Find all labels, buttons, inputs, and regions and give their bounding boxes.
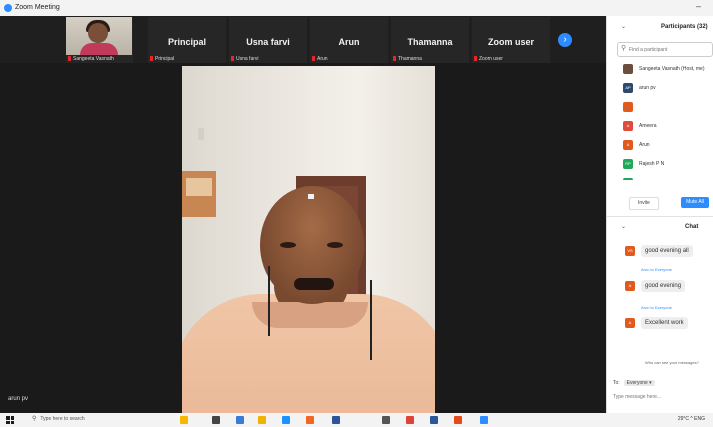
task-view-icon[interactable] [212, 416, 220, 424]
divider [607, 216, 713, 217]
tile-label: Principal [150, 56, 174, 62]
participants-title: Participants (32) [661, 24, 708, 30]
app-icon[interactable] [382, 416, 390, 424]
app-icon[interactable] [306, 416, 314, 424]
participant-name: Arun [639, 142, 650, 148]
participant-row[interactable] [607, 98, 713, 116]
recipient-select[interactable]: Everyone ▾ [623, 380, 655, 386]
avatar [623, 102, 633, 112]
tile-label: Arun [312, 56, 328, 62]
meeting-stage: Sangeeta Vasnath Principal Principal Usn… [0, 16, 606, 413]
chat-recipient: To: Everyone ▾ [613, 380, 655, 386]
chat-title: Chat [685, 224, 699, 230]
app-icon[interactable] [332, 416, 340, 424]
mic-muted-icon [68, 56, 71, 61]
chrome-icon[interactable] [406, 416, 414, 424]
taskbar-search[interactable]: ⚲ Type here to search [32, 415, 128, 425]
side-panel: ⌄ Participants (32) ⚲ Sangeeta Vasnath (… [606, 16, 713, 413]
participant-name: Ameera [639, 123, 657, 129]
chat-input[interactable] [613, 392, 709, 402]
search-icon: ⚲ [621, 45, 627, 52]
system-tray[interactable]: 29°C ^ ENG [678, 416, 705, 422]
video-tile-thamanna[interactable]: Thamanna Thamanna [391, 17, 469, 63]
avatar: A [623, 140, 633, 150]
avatar: AP [623, 83, 633, 93]
zoom-taskbar-icon[interactable] [480, 416, 488, 424]
tile-label: Thamanna [393, 56, 422, 62]
avatar [623, 178, 633, 180]
video-tile-zoom-user[interactable]: Zoom user Zoom user [472, 17, 550, 63]
message-sender: Arun to Everyone [641, 267, 672, 272]
tile-name: Principal [167, 37, 206, 47]
participants-header: ⌄ Participants (32) [607, 16, 713, 38]
video-tile-arun[interactable]: Arun Arun [310, 17, 388, 63]
participant-row[interactable]: A Arun [607, 136, 713, 154]
tile-label: Usna farvi [231, 56, 259, 62]
mic-muted-icon [150, 56, 153, 61]
taskbar: ⚲ Type here to search 29°C ^ ENG [0, 413, 713, 427]
participant-search-input[interactable] [629, 45, 709, 54]
participant-row[interactable] [607, 174, 713, 180]
chevron-right-icon: › [563, 34, 567, 45]
title-bar: Zoom Meeting – [0, 0, 713, 16]
chevron-down-icon[interactable]: ⌄ [621, 23, 626, 30]
tile-name: Arun [338, 37, 360, 47]
tile-name: Zoom user [487, 37, 534, 47]
participant-name: Sangeeta Vasnath (Host, me) [639, 66, 705, 72]
video-tile-sangeeta[interactable]: Sangeeta Vasnath [66, 17, 133, 63]
tile-name: Usna farvi [246, 37, 290, 47]
tile-name: Thamanna [407, 37, 453, 47]
video-tile-principal[interactable]: Principal Principal [148, 17, 226, 63]
tile-label: Zoom user [474, 56, 503, 62]
participant-name: Rajesh P N [639, 161, 665, 167]
taskbar-search-placeholder: Type here to search [40, 416, 85, 422]
chevron-down-icon[interactable]: ⌄ [621, 223, 626, 230]
file-explorer-icon[interactable] [258, 416, 266, 424]
message-text: Excellent work [641, 317, 688, 329]
participant-row[interactable]: A Ameera [607, 117, 713, 135]
avatar: A [623, 121, 633, 131]
avatar: VS [625, 246, 635, 256]
participant-name: arun pv [639, 85, 656, 91]
word-icon[interactable] [430, 416, 438, 424]
mic-muted-icon [393, 56, 396, 61]
zoom-logo-icon [4, 4, 12, 12]
tile-label: Sangeeta Vasnath [68, 56, 114, 62]
next-page-button[interactable]: › [558, 33, 572, 47]
participant-search[interactable]: ⚲ [617, 42, 713, 57]
avatar [623, 64, 633, 74]
video-tile-usna[interactable]: Usna farvi Usna farvi [229, 17, 307, 63]
message-text: good evening [641, 280, 686, 292]
window-title: Zoom Meeting [15, 4, 60, 11]
avatar: A [625, 281, 635, 291]
mic-muted-icon [474, 56, 477, 61]
edge-icon[interactable] [236, 416, 244, 424]
avatar: A [625, 318, 635, 328]
windows-start-icon[interactable] [6, 416, 14, 424]
invite-button[interactable]: Invite [629, 197, 659, 210]
search-icon: ⚲ [32, 416, 37, 422]
minimize-button[interactable]: – [696, 1, 701, 11]
avatar: RP [623, 159, 633, 169]
active-speaker-video [182, 66, 435, 413]
mic-muted-icon [231, 56, 234, 61]
to-label: To: [613, 380, 620, 386]
message-text: good evening all [641, 245, 693, 257]
participant-row[interactable]: AP arun pv [607, 79, 713, 97]
mic-muted-icon [312, 56, 315, 61]
participant-strip: Sangeeta Vasnath Principal Principal Usn… [0, 16, 606, 63]
app-icon[interactable] [454, 416, 462, 424]
self-name-label: arun pv [8, 396, 29, 402]
chat-visibility-notice[interactable]: Who can see your messages? [645, 360, 699, 365]
participant-row[interactable]: RP Rajesh P N [607, 155, 713, 173]
participant-row[interactable]: Sangeeta Vasnath (Host, me) [607, 60, 713, 78]
participant-video [66, 17, 132, 55]
message-sender: Arun to Everyone [641, 305, 672, 310]
app-icon[interactable] [282, 416, 290, 424]
app-icon[interactable] [180, 416, 188, 424]
mute-all-button[interactable]: Mute All [681, 197, 709, 208]
